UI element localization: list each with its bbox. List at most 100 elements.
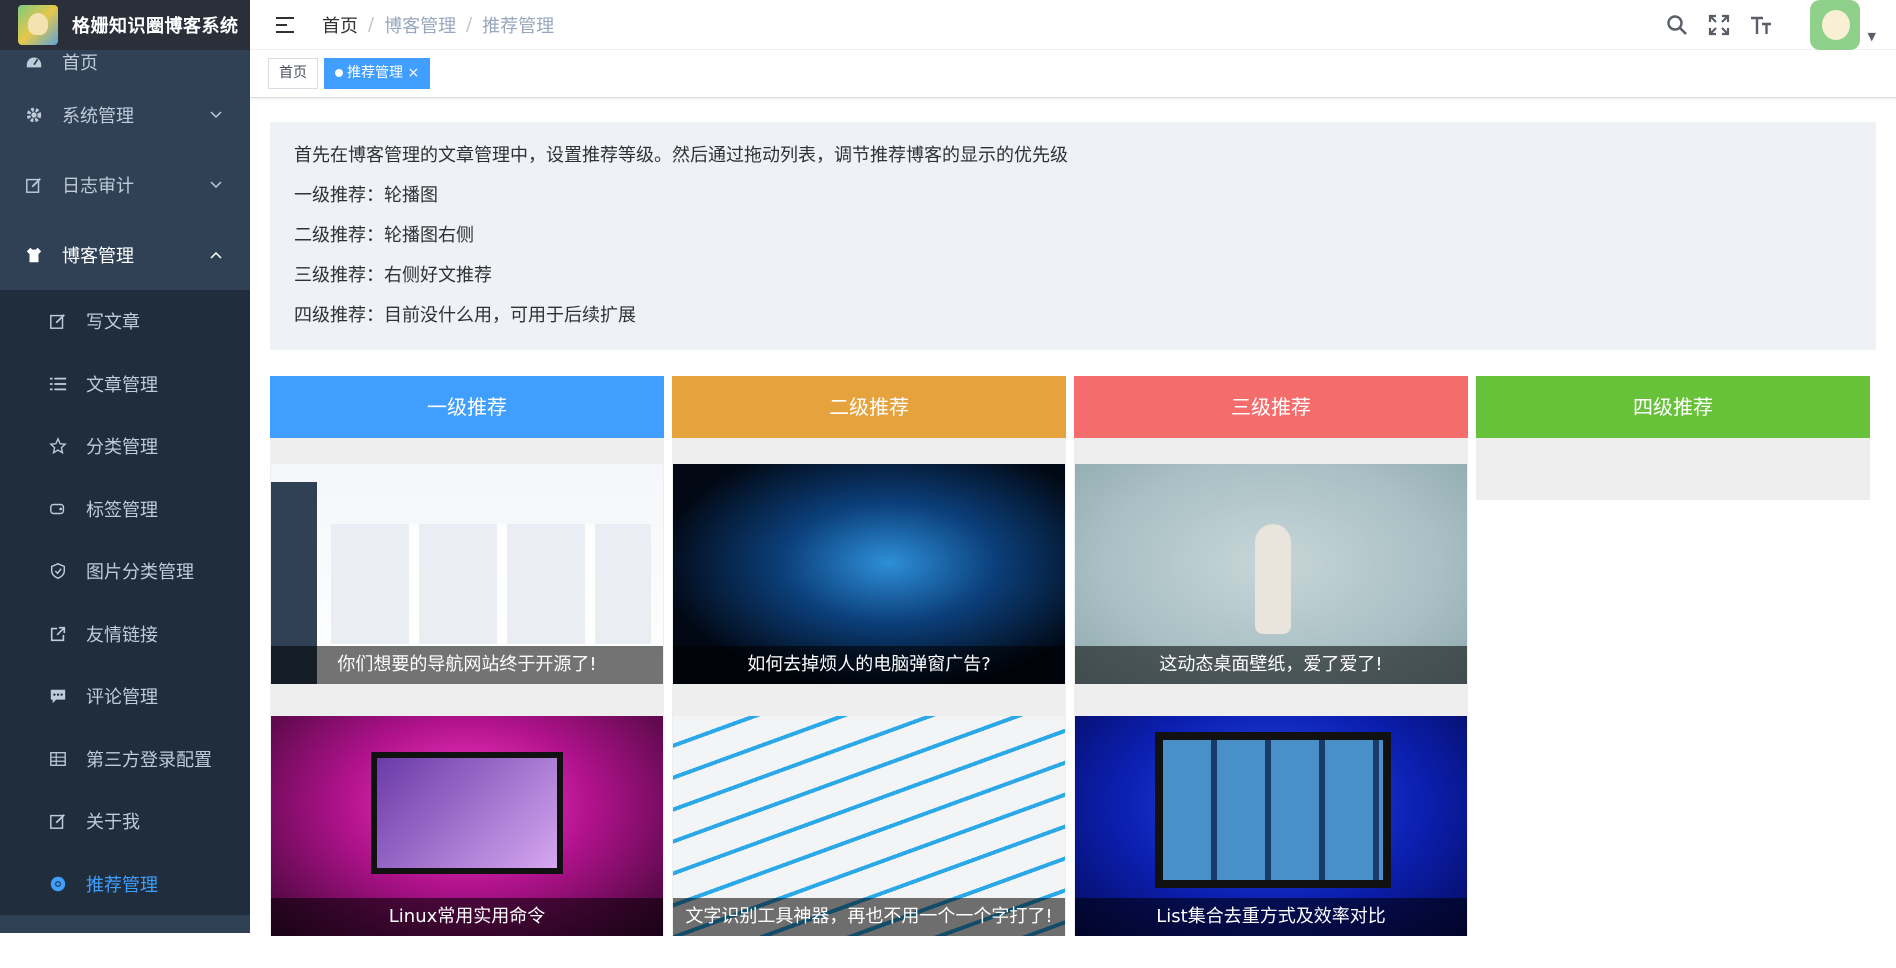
- sidebar-item-label: 写文章: [86, 312, 140, 334]
- content: 首先在博客管理的文章管理中，设置推荐等级。然后通过拖动列表，调节推荐博客的显示的…: [250, 122, 1896, 968]
- blog-card[interactable]: Linux常用实用命令: [271, 716, 663, 936]
- card-title: Linux常用实用命令: [271, 898, 663, 936]
- card-title: 你们想要的导航网站终于开源了!: [271, 646, 663, 684]
- sidebar-item-label: 分类管理: [86, 437, 158, 459]
- external-link-icon: [48, 624, 68, 644]
- blog-card[interactable]: 文字识别工具神器，再也不用一个一个字打了!: [673, 716, 1065, 936]
- blog-card[interactable]: 这动态桌面壁纸，爱了爱了!: [1075, 464, 1467, 684]
- right-menu: ▼: [1656, 0, 1876, 50]
- sidebar-item-about[interactable]: 关于我: [0, 790, 250, 853]
- tab-label: 推荐管理: [347, 65, 403, 81]
- column-level-4: 四级推荐: [1476, 376, 1870, 968]
- font-size-icon[interactable]: [1749, 13, 1773, 37]
- tips-panel: 首先在博客管理的文章管理中，设置推荐等级。然后通过拖动列表，调节推荐博客的显示的…: [270, 122, 1876, 350]
- blog-card[interactable]: 你们想要的导航网站终于开源了!: [271, 464, 663, 684]
- search-icon[interactable]: [1665, 13, 1689, 37]
- avatar[interactable]: [1809, 0, 1860, 50]
- main-area: 首页 / 博客管理 / 推荐管理 ▼ 首页 推荐管理 × 首先在博客管理的文章管…: [250, 0, 1896, 936]
- edit-icon: [48, 311, 68, 331]
- sidebar-item-home[interactable]: 首页: [0, 44, 250, 80]
- sidebar-item-friend-links[interactable]: 友情链接: [0, 603, 250, 666]
- chrome-icon: [48, 874, 68, 894]
- tip-line: 首先在博客管理的文章管理中，设置推荐等级。然后通过拖动列表，调节推荐博客的显示的…: [294, 145, 1068, 166]
- fullscreen-icon[interactable]: [1707, 13, 1731, 37]
- app-title: 格姗知识圈博客系统: [72, 16, 239, 37]
- column-list: 你们想要的导航网站终于开源了! Linux常用实用命令: [270, 438, 664, 936]
- shirt-icon: [24, 245, 44, 265]
- column-header: 二级推荐: [672, 376, 1066, 438]
- sidebar: 格姗知识圈博客系统 首页 系统管理 日志审计 博客管理 写文章 文章管理 分类管…: [0, 0, 250, 933]
- tip-line: 四级推荐：目前没什么用，可用于后续扩展: [294, 305, 636, 326]
- star-icon: [48, 436, 68, 456]
- logo[interactable]: 格姗知识圈博客系统: [0, 0, 250, 50]
- sidebar-item-label: 系统管理: [62, 106, 134, 127]
- column-list[interactable]: [1476, 438, 1870, 500]
- sidebar-item-label: 推荐管理: [86, 874, 158, 896]
- breadcrumb-home[interactable]: 首页: [322, 12, 358, 38]
- recommend-columns: 一级推荐 你们想要的导航网站终于开源了! Linux常用实用命令 二级推荐 如何…: [270, 376, 1876, 968]
- hamburger-icon[interactable]: [270, 13, 300, 37]
- caret-down-icon[interactable]: ▼: [1868, 30, 1876, 43]
- chevron-up-icon: [210, 248, 222, 262]
- close-icon[interactable]: ×: [407, 65, 419, 81]
- column-header: 一级推荐: [270, 376, 664, 438]
- sidebar-item-label: 标签管理: [86, 499, 158, 521]
- sidebar-item-recommend[interactable]: 推荐管理: [0, 853, 250, 916]
- dashboard-icon: [24, 52, 44, 72]
- logo-image: [18, 5, 58, 45]
- blog-card[interactable]: 如何去掉烦人的电脑弹窗广告?: [673, 464, 1065, 684]
- sidebar-item-label: 首页: [62, 53, 98, 74]
- card-title: List集合去重方式及效率对比: [1075, 898, 1467, 936]
- card-title: 这动态桌面壁纸，爱了爱了!: [1075, 646, 1467, 684]
- sidebar-item-write[interactable]: 写文章: [0, 290, 250, 353]
- tab-home[interactable]: 首页: [268, 58, 318, 89]
- sidebar-item-audit[interactable]: 日志审计: [0, 150, 250, 220]
- list-icon: [48, 374, 68, 394]
- sidebar-item-tags[interactable]: 标签管理: [0, 478, 250, 541]
- column-level-1: 一级推荐 你们想要的导航网站终于开源了! Linux常用实用命令: [270, 376, 664, 968]
- column-level-3: 三级推荐 这动态桌面壁纸，爱了爱了! List集合去重方式及效率对比: [1074, 376, 1468, 968]
- sidebar-item-comments[interactable]: 评论管理: [0, 665, 250, 728]
- column-header: 四级推荐: [1476, 376, 1870, 438]
- sidebar-item-articles[interactable]: 文章管理: [0, 353, 250, 416]
- edit-icon: [48, 811, 68, 831]
- tip-line: 二级推荐：轮播图右侧: [294, 225, 474, 246]
- column-header: 三级推荐: [1074, 376, 1468, 438]
- sidebar-item-blog[interactable]: 博客管理: [0, 220, 250, 290]
- sidebar-item-categories[interactable]: 分类管理: [0, 415, 250, 478]
- sidebar-item-oauth-config[interactable]: 第三方登录配置: [0, 728, 250, 791]
- sidebar-item-label: 博客管理: [62, 246, 134, 267]
- sidebar-item-image-categories[interactable]: 图片分类管理: [0, 540, 250, 603]
- column-list: 如何去掉烦人的电脑弹窗广告? 文字识别工具神器，再也不用一个一个字打了!: [672, 438, 1066, 936]
- sidebar-item-label: 友情链接: [86, 624, 158, 646]
- blog-card[interactable]: List集合去重方式及效率对比: [1075, 716, 1467, 936]
- gear-icon: [24, 105, 44, 125]
- breadcrumb-separator: /: [466, 14, 473, 35]
- tab-recommend[interactable]: 推荐管理 ×: [324, 58, 431, 89]
- tip-line: 三级推荐：右侧好文推荐: [294, 265, 492, 286]
- tip-line: 一级推荐：轮播图: [294, 185, 438, 206]
- edit-icon: [24, 175, 44, 195]
- sidebar-item-label: 图片分类管理: [86, 562, 194, 584]
- navbar: 首页 / 博客管理 / 推荐管理 ▼: [250, 0, 1896, 50]
- column-level-2: 二级推荐 如何去掉烦人的电脑弹窗广告? 文字识别工具神器，再也不用一个一个字打了…: [672, 376, 1066, 968]
- sidebar-item-label: 关于我: [86, 812, 140, 834]
- sidebar-item-label: 文章管理: [86, 374, 158, 396]
- sidebar-item-system[interactable]: 系统管理: [0, 80, 250, 150]
- card-title: 文字识别工具神器，再也不用一个一个字打了!: [673, 898, 1065, 936]
- chevron-down-icon: [210, 178, 222, 192]
- card-title: 如何去掉烦人的电脑弹窗广告?: [673, 646, 1065, 684]
- tag-icon: [48, 499, 68, 519]
- comment-icon: [48, 686, 68, 706]
- shield-icon: [48, 561, 68, 581]
- column-list: 这动态桌面壁纸，爱了爱了! List集合去重方式及效率对比: [1074, 438, 1468, 936]
- breadcrumb: 首页 / 博客管理 / 推荐管理: [322, 12, 554, 38]
- tags-view: 首页 推荐管理 ×: [250, 50, 1896, 98]
- sidebar-item-label: 第三方登录配置: [86, 749, 212, 771]
- sidebar-item-label: 日志审计: [62, 176, 134, 197]
- breadcrumb-separator: /: [368, 14, 375, 35]
- sidebar-item-label: 评论管理: [86, 687, 158, 709]
- blog-submenu: 写文章 文章管理 分类管理 标签管理 图片分类管理 友情链接 评论管理 第三方登…: [0, 290, 250, 915]
- table-icon: [48, 749, 68, 769]
- chevron-down-icon: [210, 108, 222, 122]
